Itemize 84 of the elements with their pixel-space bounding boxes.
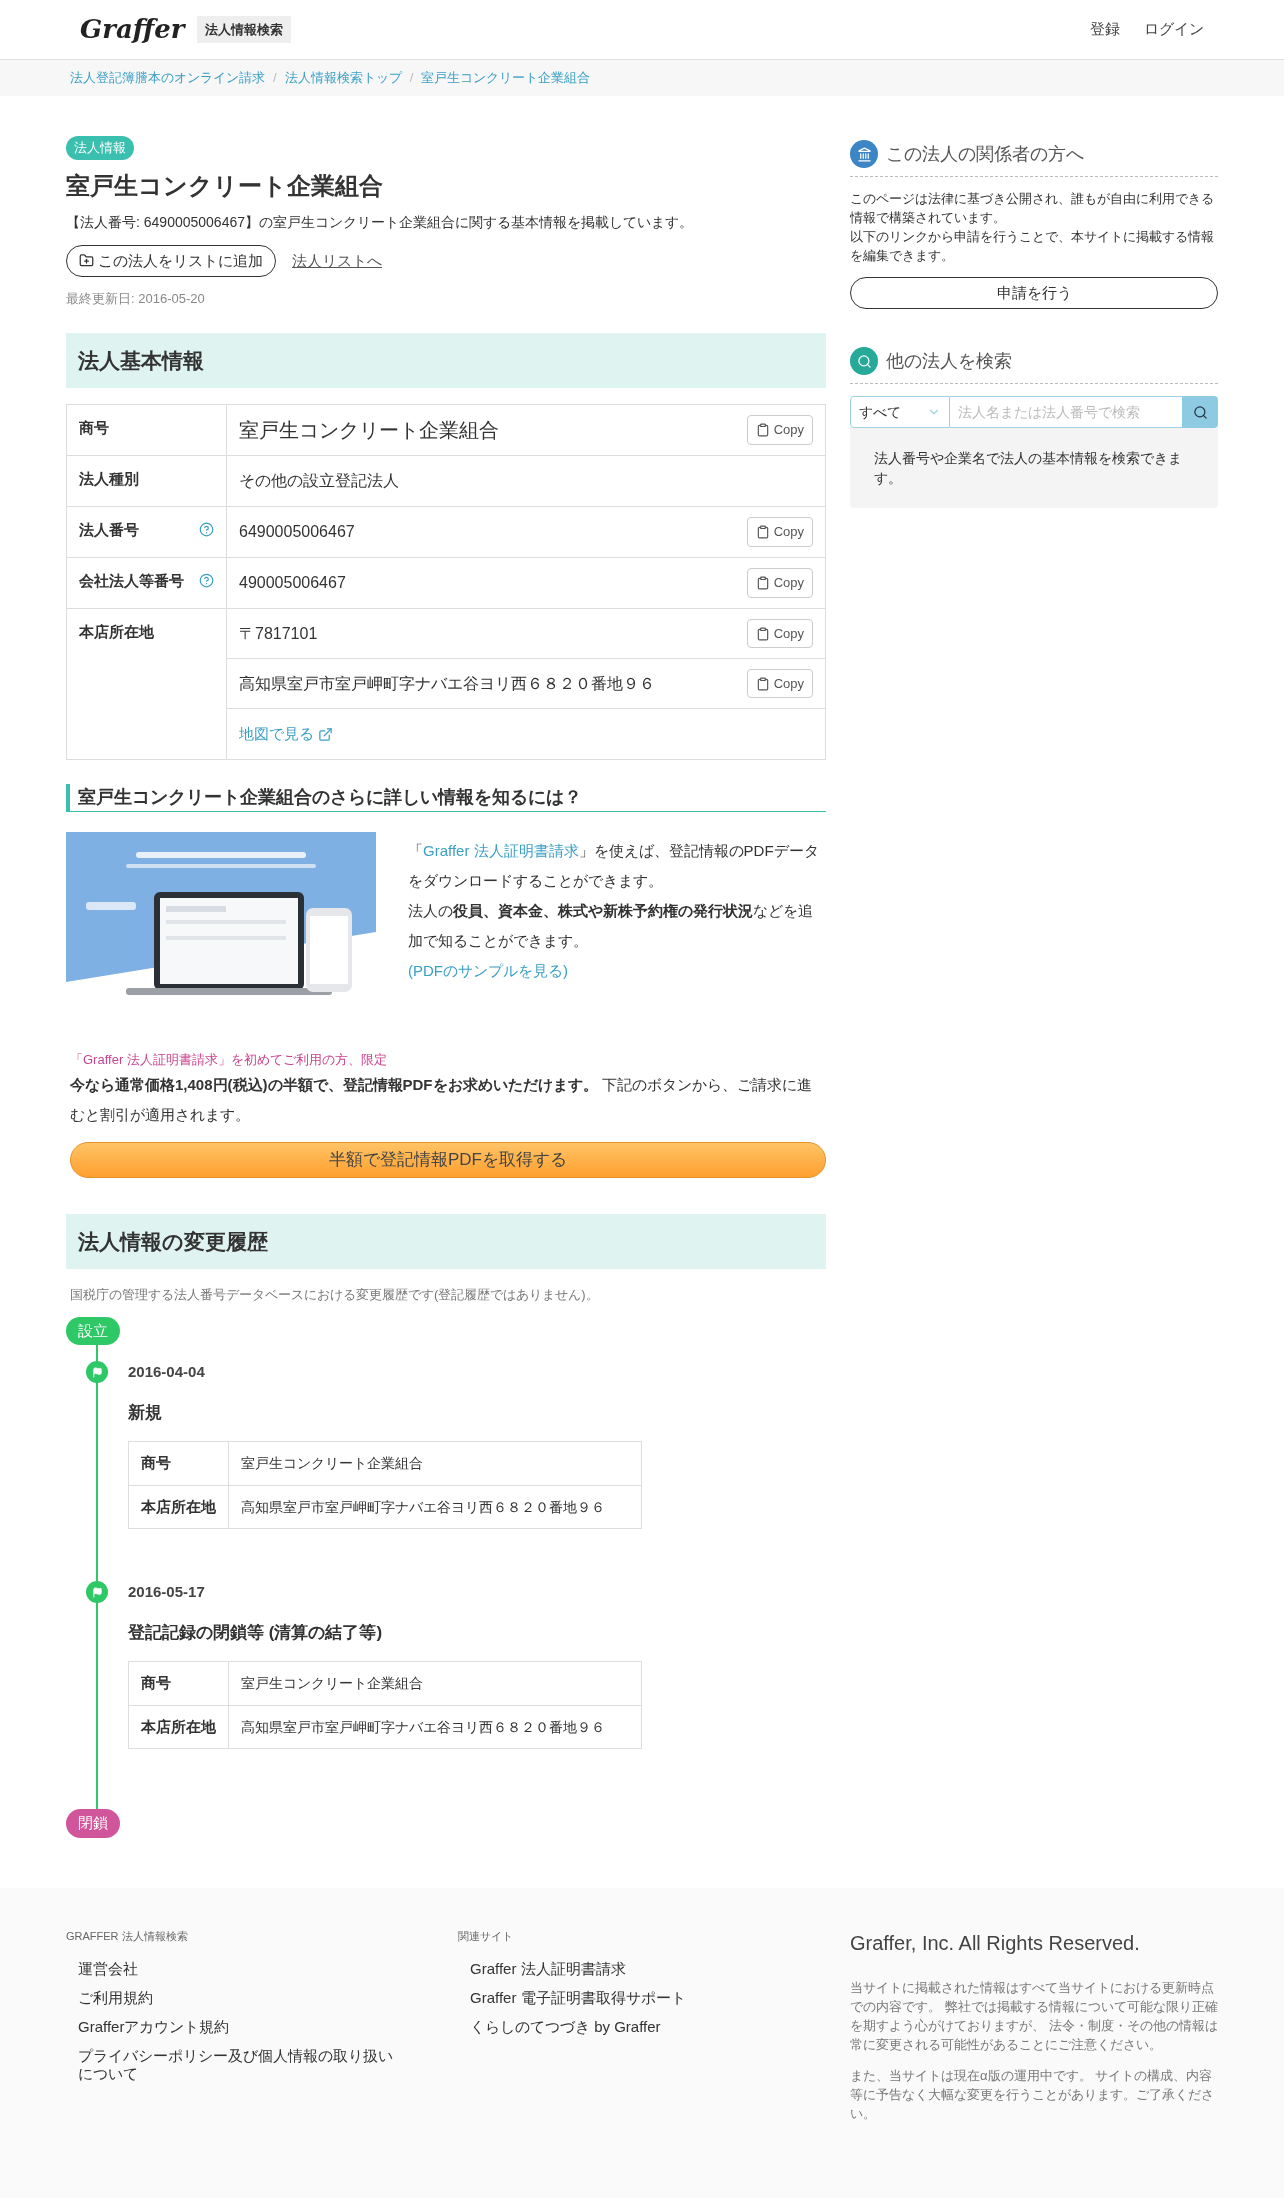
info-label: 法人番号 [79, 520, 139, 540]
sidebar-text: 以下のリンクから申請を行うことで、本サイトに掲載する情報を編集できます。 [850, 228, 1215, 265]
flag-icon [91, 1586, 103, 1598]
footer-heading: 関連サイト [458, 1928, 514, 1944]
event-date: 2016-05-17 [128, 1582, 205, 1602]
footer-link[interactable]: ご利用規約 [78, 1989, 406, 2007]
info-label: 本店所在地 [79, 622, 154, 642]
footer-note: 当サイトに掲載された情報はすべて当サイトにおける更新時点での内容です。 弊社では掲載する情報について可能な限り正確を期すよう心がけておりますが、 法令・制度・その他の情報は常に変更される可能性があることにご注意ください。 [850, 1978, 1218, 2054]
event-label: 商号 [129, 1662, 229, 1705]
building-icon [850, 140, 878, 168]
copy-button[interactable]: Copy [746, 668, 813, 699]
info-label: 会社法人等番号 [79, 571, 184, 591]
help-icon[interactable] [199, 573, 214, 588]
event-label: 本店所在地 [129, 1705, 229, 1748]
event-value: 高知県室戸市室戸岬町字ナバエ谷ヨリ西６８２０番地９６ [240, 1497, 606, 1517]
external-link-icon [318, 726, 333, 742]
section-heading: 法人情報の変更履歴 [66, 1213, 826, 1269]
footer-note: また、当サイトは現在α版の運用中です。 サイトの構成、内容等に予告なく大幅な変更を行うことがあります。ご了承ください。 [850, 2066, 1215, 2123]
promo-text: 「Graffer 法人証明書請求」を使えば、登記情報のPDFデータをダウンロードすることができます。 [408, 841, 820, 891]
search-field[interactable]: 法人名または法人番号で検索 [950, 396, 1182, 428]
search-icon [850, 347, 878, 375]
footer-link[interactable]: Grafferアカウント規約 [78, 2018, 406, 2036]
event-value: 室戸生コンクリート企業組合 [240, 1674, 424, 1693]
discount-button[interactable]: 半額で登記情報PDFを取得する [70, 1141, 826, 1178]
company-name: 室戸生コンクリート企業組合 [66, 170, 384, 201]
clipboard-icon [755, 676, 770, 691]
copy-button[interactable]: Copy [746, 415, 813, 445]
search-icon [1192, 404, 1208, 420]
info-value: 6490005006467 [239, 522, 355, 542]
folder-plus-icon [79, 253, 94, 269]
event-label: 本店所在地 [129, 1485, 229, 1528]
clipboard-icon [755, 525, 770, 539]
copy-button[interactable]: Copy [746, 568, 813, 598]
footer-link[interactable]: 運営会社 [78, 1960, 406, 1978]
list-link[interactable]: 法人リストへ [292, 249, 382, 272]
category-select[interactable]: すべて [850, 396, 950, 428]
info-value: 490005006467 [239, 573, 346, 593]
promo-heading: 室戸生コンクリート企業組合のさらに詳しい情報を知るには？ [66, 784, 826, 812]
section-heading: 法人基本情報 [66, 332, 826, 388]
event-value: 室戸生コンクリート企業組合 [240, 1454, 424, 1473]
end-badge: 閉鎖 [66, 1809, 120, 1838]
footer-link[interactable]: Graffer 電子証明書取得サポート [470, 1989, 798, 2007]
breadcrumb-separator: / [409, 69, 414, 88]
clipboard-icon [755, 576, 770, 590]
event-value: 高知県室戸市室戸岬町字ナバエ谷ヨリ西６８２０番地９６ [240, 1717, 606, 1737]
flag-icon [91, 1366, 103, 1378]
info-label: 商号 [79, 418, 109, 438]
footer-link[interactable]: Graffer 法人証明書請求 [470, 1960, 798, 1978]
event-label: 商号 [129, 1442, 229, 1485]
info-label: 法人種別 [79, 469, 139, 489]
copyright: Graffer, Inc. All Rights Reserved. [850, 1930, 1141, 1956]
info-value: 高知県室戸市室戸岬町字ナバエ谷ヨリ西６８２０番地９６ [239, 673, 655, 694]
search-button[interactable] [1182, 396, 1218, 428]
category-badge: 法人情報 [66, 136, 134, 160]
nav-link[interactable]: 登録 [1090, 18, 1120, 41]
footer-link[interactable]: くらしのてつづき by Graffer [470, 2018, 798, 2036]
start-badge: 設立 [66, 1316, 120, 1345]
copy-button[interactable]: Copy [746, 618, 813, 649]
clipboard-icon [755, 626, 770, 641]
search-help: 法人番号や企業名で法人の基本情報を検索できます。 [874, 449, 1183, 488]
first-time-notice: 「Graffer 法人証明書請求」を初めてご利用の方、限定 [69, 1051, 388, 1069]
promo-detail: 法人の役員、資本金、株式や新株予約権の発行状況などを追加で知ることができます。 [408, 901, 814, 951]
event-title: 登記記録の閉鎖等 (清算の結了等) [128, 1621, 384, 1644]
sidebar-text: このページは法律に基づき公開され、誰もが自由に利用できる情報で構築されています。 [850, 190, 1215, 227]
history-note: 国税庁の管理する法人番号データベースにおける変更履歴です(登記履歴ではありません)。 [69, 1286, 600, 1304]
last-updated: 最終更新日: 2016-05-20 [66, 290, 206, 308]
info-value: その他の設立登記法人 [239, 471, 399, 491]
service-badge: 法人情報検索 [196, 15, 291, 44]
event-title: 新規 [128, 1401, 163, 1424]
logo[interactable]: Graffer [80, 10, 185, 49]
company-description: 【法人番号: 6490005006467】の室戸生コンクリート企業組合に関する基本情報を掲載しています。 [66, 212, 694, 232]
nav-link[interactable]: ログイン [1144, 18, 1204, 41]
event-date: 2016-04-04 [128, 1362, 205, 1382]
breadcrumb-separator: / [273, 69, 277, 88]
copy-button[interactable]: Copy [746, 517, 813, 547]
info-value: 室戸生コンクリート企業組合 [239, 418, 499, 443]
clipboard-icon [755, 423, 770, 437]
sidebar-heading: 他の法人を検索 [886, 349, 1012, 373]
sidebar-heading: この法人の関係者の方へ [886, 142, 1084, 166]
offer-text: 今なら通常価格1,408円(税込)の半額で、登記情報PDFをお求めいただけます。 下記のボタンから、ご請求に進むと割引が適用されます。 [69, 1074, 813, 1125]
footer-link[interactable]: プライバシーポリシー及び個人情報の取り扱いについて [78, 2047, 406, 2083]
footer-heading: GRAFFER 法人情報検索 [66, 1928, 189, 1944]
info-value: 〒7817101 [239, 623, 318, 644]
help-icon[interactable] [199, 522, 214, 537]
